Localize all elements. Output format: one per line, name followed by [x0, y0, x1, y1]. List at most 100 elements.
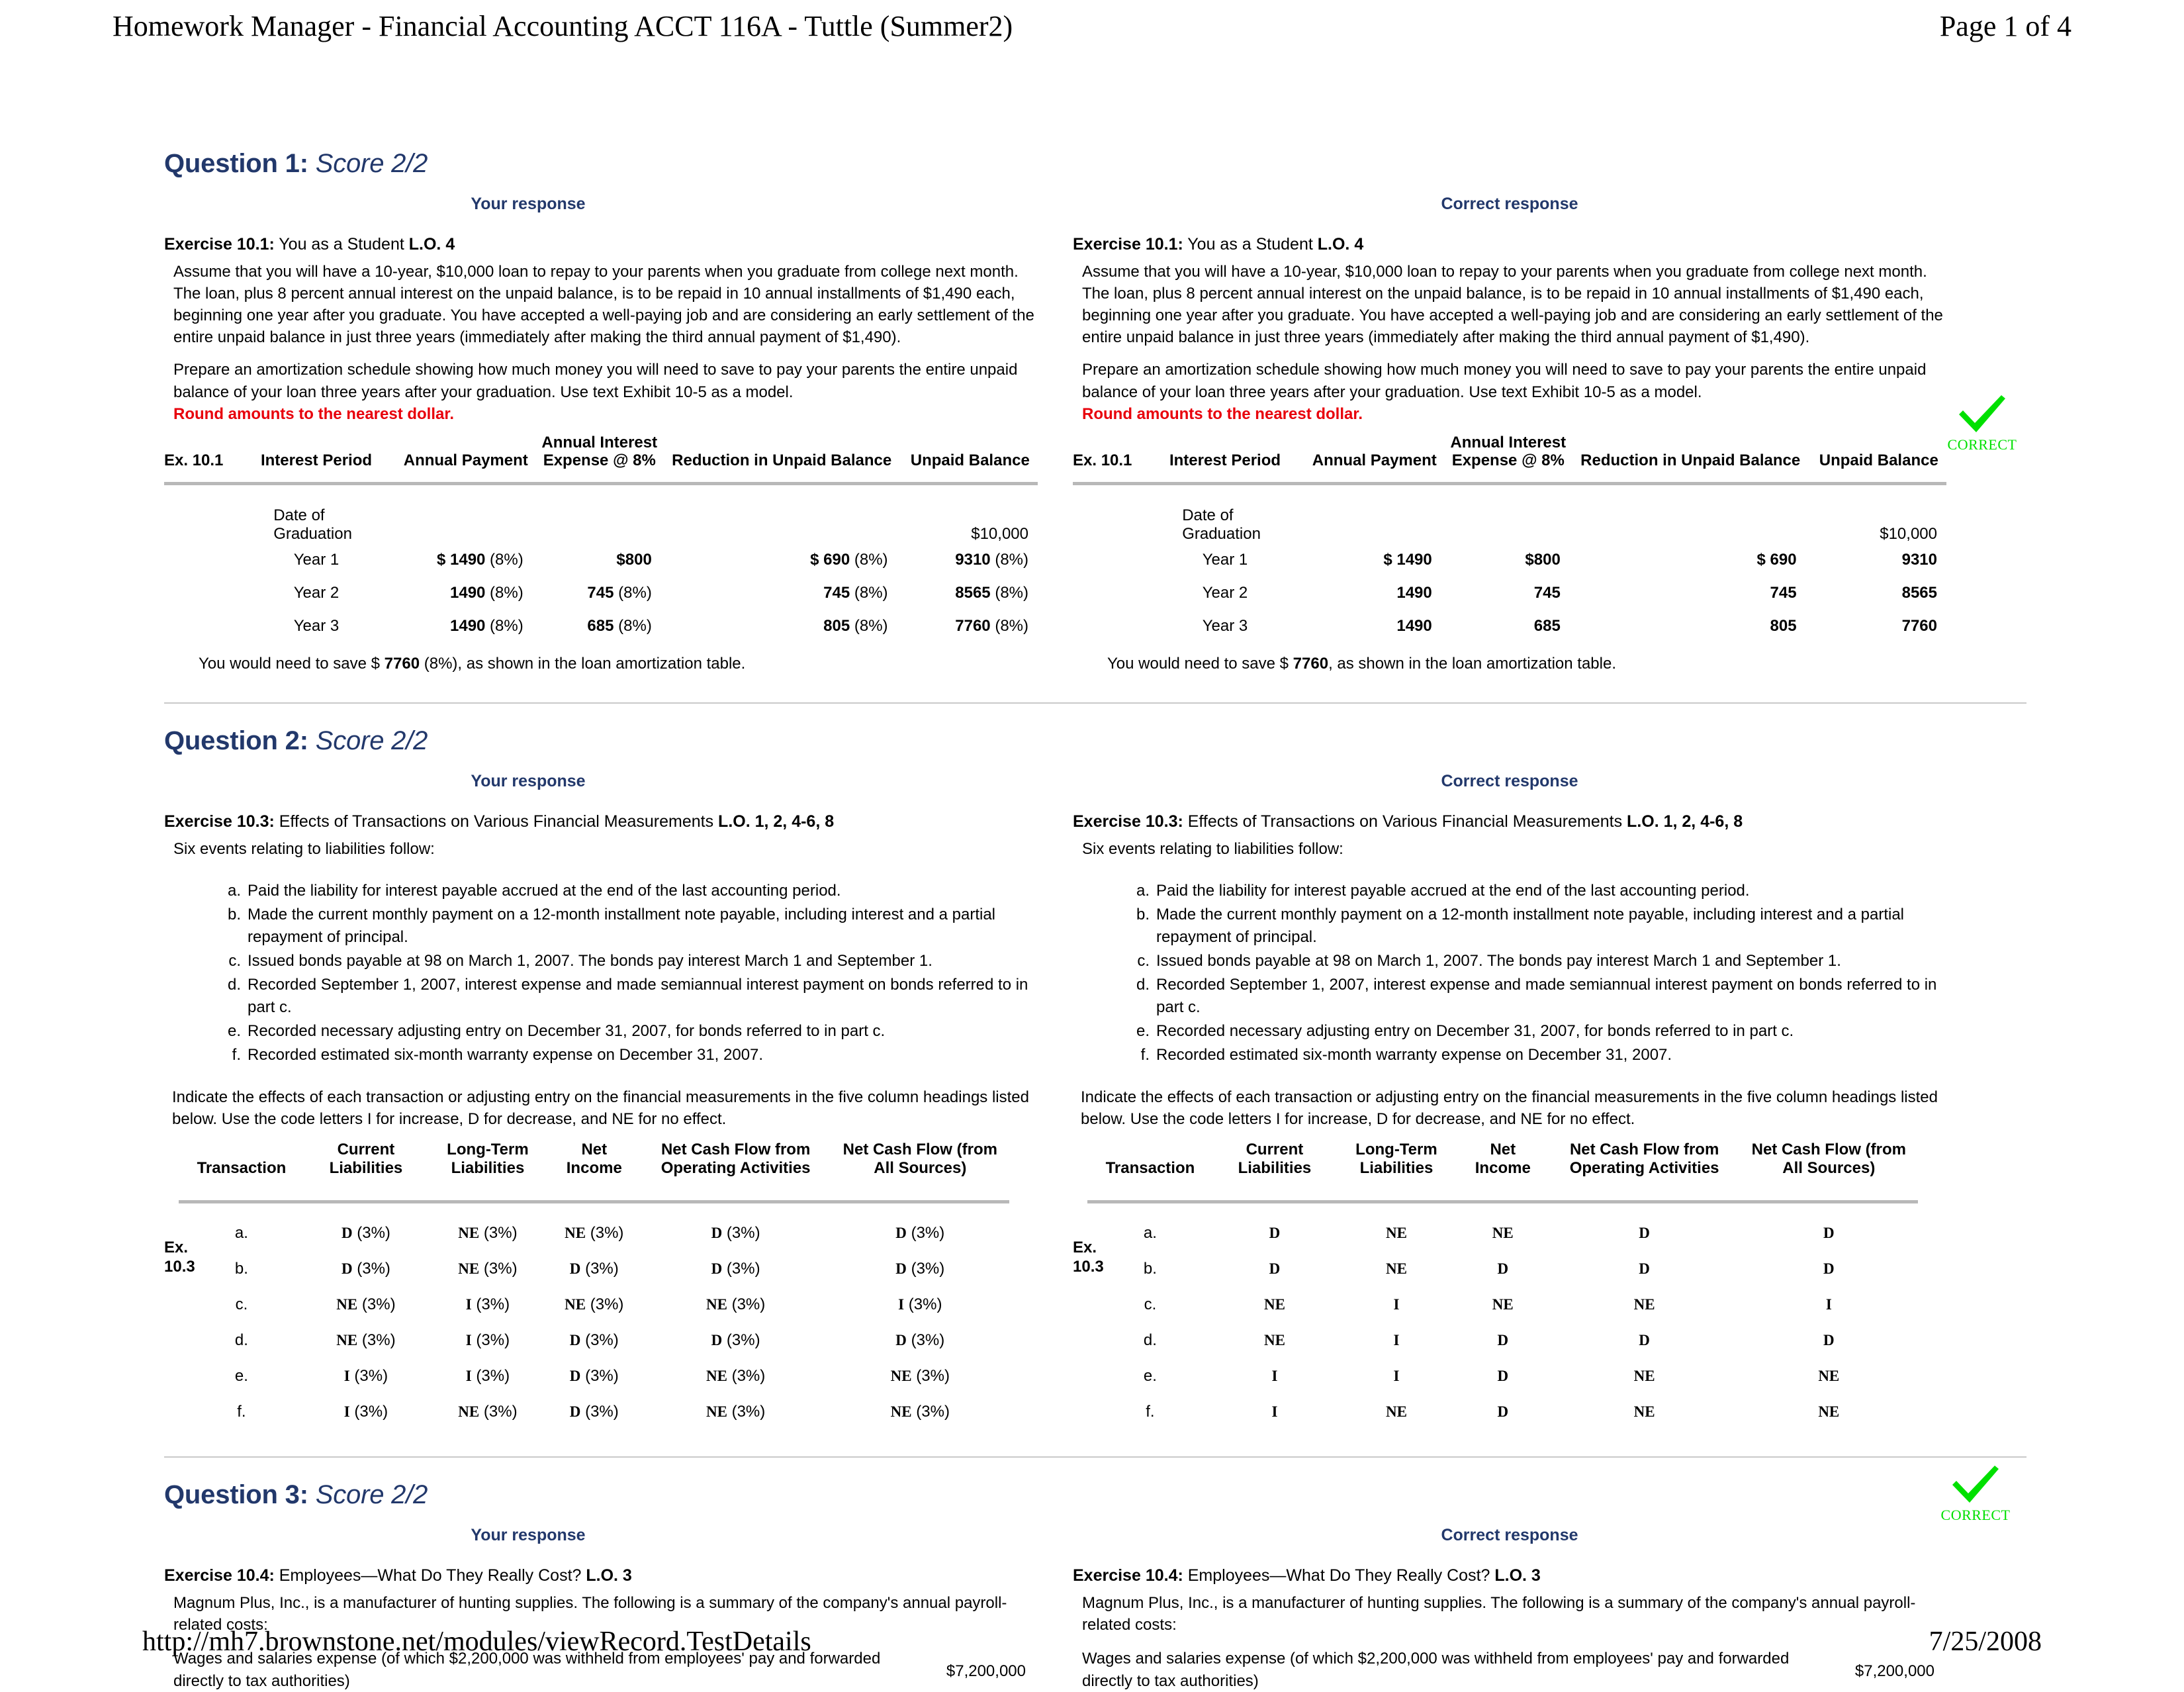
footer-date: 7/25/2008	[1929, 1626, 2042, 1657]
exercise-name-3: Employees—What Do They Really Cost?	[279, 1566, 582, 1585]
table-row: d. NE I D D D	[1087, 1323, 1918, 1358]
question-1-correct-response-column: Correct response Exercise 10.1: You as a…	[1073, 179, 1946, 673]
th-ex-correct: Ex. 10.1	[1073, 451, 1132, 469]
transaction-cell: c.	[235, 1295, 248, 1314]
ex-label-2-line2-correct: 10.3	[1073, 1257, 1104, 1276]
table-cell: Year 1	[293, 550, 340, 569]
amortization-header-row-correct: Ex. 10.1 Interest Period Annual Payment …	[1073, 434, 1946, 475]
th-cfo-l1-c: Net Cash Flow from	[1569, 1141, 1719, 1159]
th-reduction: Reduction in Unpaid Balance	[672, 451, 892, 469]
th-transaction: Transaction	[197, 1158, 287, 1177]
transaction-cell: b.	[1143, 1260, 1157, 1278]
transaction-cell: e.	[1143, 1367, 1157, 1386]
list-item-text: Issued bonds payable at 98 on March 1, 2…	[1156, 951, 1841, 970]
table-cell: Year 3	[293, 616, 340, 635]
effects-header-row: Transaction Current Liabilities Long-Term…	[179, 1141, 1009, 1181]
effects-instruction-correct: Indicate the effects of each transaction…	[1081, 1088, 1938, 1129]
table-cell: $800	[1525, 550, 1561, 569]
effect-cell: I (3%)	[465, 1295, 510, 1314]
table-cell: 745	[1770, 583, 1797, 602]
effect-cell: D (3%)	[569, 1260, 619, 1278]
effect-cell: D	[1823, 1332, 1835, 1349]
effects-response-rows: a. D (3%) NE (3%) NE (3%) D (3%) D (3%) b. D (3…	[179, 1215, 1009, 1430]
effect-cell: NE	[1633, 1368, 1655, 1385]
effects-table: Transaction Current Liabilities Long-Term…	[179, 1141, 1009, 1430]
document-page: Homework Manager - Financial Accounting …	[0, 0, 2184, 1690]
correct-response-heading-3: Correct response	[1441, 1526, 1578, 1545]
list-item-marker: b.	[227, 905, 241, 923]
your-response-heading: Your response	[471, 195, 586, 213]
amortization-closing-correct: You would need to save $ 7760, as shown …	[1073, 655, 1946, 673]
exercise-label-2-correct: Exercise 10.3:	[1073, 812, 1183, 831]
effect-cell: D (3%)	[711, 1224, 760, 1243]
table-row: Year 3 1490 685 805 7760	[1073, 610, 1946, 643]
effect-cell: D (3%)	[895, 1224, 945, 1243]
th-net-income-correct: Net Income	[1457, 1141, 1549, 1181]
list-item: a. Paid the liability for interest payabl…	[1128, 880, 1946, 902]
table-row: c. NE (3%) I (3%) NE (3%) NE (3%) I (3%)	[179, 1287, 1009, 1323]
exercise-paragraph-1-correct: Assume that you will have a 10-year, $10…	[1082, 263, 1943, 347]
learning-objective-3: L.O. 3	[586, 1566, 632, 1585]
learning-objective: L.O. 4	[408, 235, 455, 254]
effects-table-correct: Transaction Current Liabilities Long-Term…	[1087, 1141, 1918, 1430]
question-1-number: Question 1:	[164, 149, 308, 178]
effects-header-row-correct: Transaction Current Liabilities Long-Term…	[1087, 1141, 1918, 1181]
correct-badge-label: CORRECT	[1947, 436, 2017, 453]
closing-prefix: You would need to save $	[199, 654, 385, 673]
effect-cell: I (3%)	[898, 1295, 942, 1314]
ex-label-2-line1: Ex.	[164, 1239, 189, 1257]
exercise-label-3: Exercise 10.4:	[164, 1566, 275, 1585]
list-item-text: Made the current monthly payment on a 12…	[1156, 905, 1904, 946]
correct-response-heading-2: Correct response	[1441, 771, 1578, 790]
amortization-header-row: Ex. 10.1 Interest Period Annual Payment …	[164, 434, 1038, 475]
list-item-marker: e.	[1136, 1022, 1150, 1041]
transaction-cell: b.	[234, 1260, 248, 1278]
table-row: f. I (3%) NE (3%) D (3%) NE (3%) NE (3%)	[179, 1394, 1009, 1430]
th-net-income: Net Income	[548, 1141, 641, 1181]
th-cash-flow-operating: Net Cash Flow from Operating Activities	[641, 1141, 831, 1181]
exercise-name-correct: You as a Student	[1187, 235, 1313, 254]
table-row: Year 1 $ 1490 (8%) $800 $ 690 (8%) 9310 (8%)	[164, 543, 1038, 577]
th-cfa-l2-c: All Sources)	[1782, 1158, 1876, 1177]
th-longterm-liabilities: Long-Term Liabilities	[428, 1141, 548, 1181]
effect-cell: D	[1497, 1260, 1509, 1278]
effect-cell: D	[1497, 1332, 1509, 1349]
effects-rule-row	[179, 1181, 1009, 1215]
graduation-payment-correct	[1302, 485, 1447, 543]
your-response-heading-2: Your response	[471, 771, 586, 790]
graduation-payment	[394, 485, 538, 543]
table-cell: 7760 (8%)	[955, 616, 1028, 635]
closing-amount-correct: 7760	[1293, 654, 1329, 673]
exercise-paragraph-2-correct: Prepare an amortization schedule showing…	[1073, 359, 1946, 424]
exercise-title-3: Exercise 10.4: Employees—What Do They Re…	[164, 1566, 1038, 1585]
your-response-heading-3: Your response	[471, 1526, 586, 1545]
effect-cell: NE	[1633, 1403, 1655, 1421]
running-footer: http://mh7.brownstone.net/modules/viewRe…	[0, 1626, 2184, 1658]
table-row: d. NE (3%) I (3%) D (3%) D (3%) D (3%)	[179, 1323, 1009, 1358]
table-cell: $800	[616, 550, 652, 569]
effects-rule	[179, 1199, 1009, 1203]
table-cell	[1073, 577, 1148, 610]
exercise-name-2-correct: Effects of Transactions on Various Finan…	[1187, 812, 1623, 831]
th-cash-flow-operating-correct: Net Cash Flow from Operating Activities	[1549, 1141, 1740, 1181]
list-item-marker: f.	[232, 1046, 241, 1064]
th-ni-l2: Income	[566, 1158, 622, 1177]
th-ni-l1-c: Net	[1490, 1141, 1516, 1159]
closing-percent: (8%)	[420, 654, 458, 673]
table-row: e. I I D NE NE	[1087, 1358, 1918, 1394]
effect-cell: NE	[1818, 1403, 1840, 1421]
question-3-number: Question 3:	[164, 1480, 308, 1510]
table-cell: 9310	[1901, 550, 1937, 569]
question-2-columns: Your response Exercise 10.3: Effects of …	[164, 756, 2026, 1431]
th-lt-l1: Long-Term	[447, 1141, 529, 1159]
list-item-text: Issued bonds payable at 98 on March 1, 2…	[248, 951, 933, 970]
effect-cell: D	[1269, 1225, 1281, 1242]
th-ni-l2-c: Income	[1475, 1158, 1531, 1177]
footer-url: http://mh7.brownstone.net/modules/viewRe…	[142, 1626, 811, 1657]
table-cell	[164, 610, 239, 643]
list-item-marker: c.	[228, 951, 241, 970]
question-1-correct-badge: CORRECT	[1926, 394, 2038, 453]
amortization-table-correct: Ex. 10.1 Interest Period Annual Payment …	[1073, 434, 1946, 643]
effect-cell: D	[1639, 1225, 1650, 1242]
effect-cell: D	[1639, 1260, 1650, 1278]
